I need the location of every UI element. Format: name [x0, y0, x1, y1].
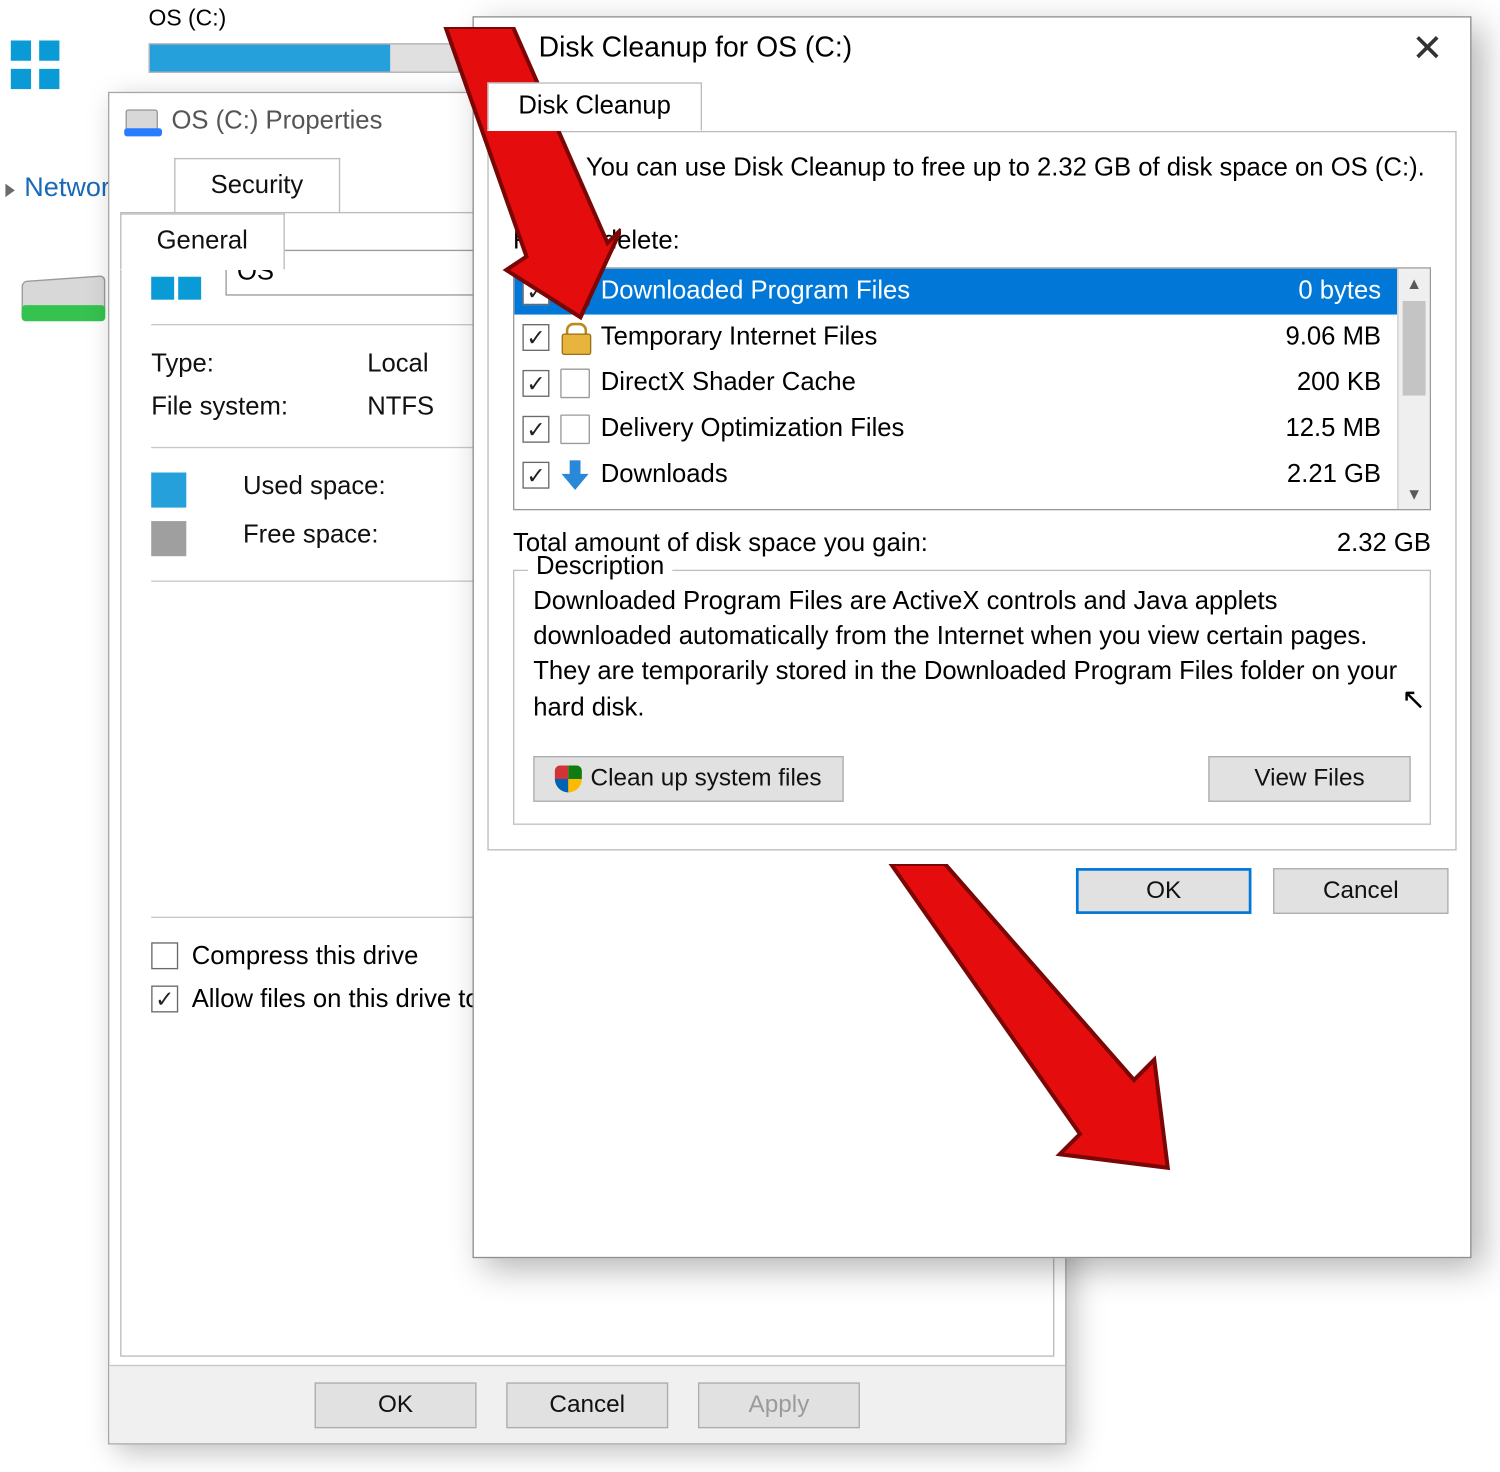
- file-checkbox[interactable]: ✓: [522, 416, 549, 443]
- folder-icon: [560, 277, 590, 307]
- disk-cleanup-dialog: Disk Cleanup for OS (C:) ✕ Disk Cleanup …: [473, 16, 1472, 1258]
- file-name: Delivery Optimization Files: [601, 414, 905, 444]
- drive-icon: [126, 109, 158, 133]
- file-name: Downloads: [601, 460, 728, 490]
- compress-label: Compress this drive: [192, 942, 419, 972]
- ok-button[interactable]: OK: [1076, 868, 1252, 914]
- file-icon: [560, 414, 590, 444]
- ok-button[interactable]: OK: [315, 1382, 477, 1428]
- filesystem-value: NTFS: [367, 393, 434, 423]
- file-list-row[interactable]: ✓ Downloads 2.21 GB: [514, 452, 1397, 498]
- file-list-row[interactable]: ✓ Downloaded Program Files 0 bytes: [514, 269, 1397, 315]
- close-button[interactable]: ✕: [1401, 30, 1454, 68]
- windows-icon: [11, 41, 60, 90]
- cleanup-titlebar[interactable]: Disk Cleanup for OS (C:) ✕: [474, 18, 1470, 80]
- shield-icon: [555, 765, 582, 792]
- apply-button: Apply: [698, 1382, 860, 1428]
- file-list-row[interactable]: ✓ Delivery Optimization Files 12.5 MB: [514, 406, 1397, 452]
- file-size: 9.06 MB: [1286, 323, 1390, 353]
- indexing-checkbox[interactable]: ✓: [151, 986, 178, 1013]
- used-space-label: Used space:: [243, 473, 386, 508]
- file-checkbox[interactable]: ✓: [522, 324, 549, 351]
- file-checkbox[interactable]: ✓: [522, 370, 549, 397]
- file-name: DirectX Shader Cache: [601, 369, 856, 399]
- description-text: Downloaded Program Files are ActiveX con…: [533, 585, 1411, 727]
- file-list-row[interactable]: ✓ DirectX Shader Cache 200 KB: [514, 360, 1397, 406]
- drive-usage-bar: [149, 43, 460, 73]
- tree-expand-icon[interactable]: [5, 184, 14, 198]
- compress-checkbox[interactable]: [151, 942, 178, 969]
- drive-icon: [22, 270, 106, 324]
- arrow-icon: [560, 460, 590, 490]
- cancel-button[interactable]: Cancel: [506, 1382, 668, 1428]
- files-to-delete-label: Files to delete:: [513, 227, 1431, 257]
- cleanup-system-files-button[interactable]: Clean up system files: [533, 756, 844, 802]
- cleanup-system-files-label: Clean up system files: [591, 765, 822, 793]
- scroll-up-icon[interactable]: ▲: [1399, 269, 1430, 299]
- tab-general[interactable]: General: [120, 213, 284, 270]
- total-value: 2.32 GB: [1337, 529, 1431, 559]
- file-size: 2.21 GB: [1287, 460, 1389, 490]
- scrollbar[interactable]: ▲ ▼: [1397, 269, 1429, 509]
- type-label: Type:: [151, 350, 327, 380]
- file-checkbox[interactable]: ✓: [522, 462, 549, 489]
- windows-icon: [513, 151, 567, 205]
- file-list-row[interactable]: ✓ Temporary Internet Files 9.06 MB: [514, 315, 1397, 361]
- file-size: 200 KB: [1297, 369, 1389, 399]
- file-size: 12.5 MB: [1286, 414, 1390, 444]
- filesystem-label: File system:: [151, 393, 327, 423]
- view-files-button[interactable]: View Files: [1208, 756, 1411, 802]
- cleanup-intro-text: You can use Disk Cleanup to free up to 2…: [586, 151, 1425, 205]
- description-group: Description Downloaded Program Files are…: [513, 570, 1431, 825]
- scroll-thumb[interactable]: [1403, 301, 1426, 396]
- free-swatch-icon: [151, 521, 186, 556]
- cleanup-title: Disk Cleanup for OS (C:): [539, 32, 853, 64]
- disk-cleanup-icon: [490, 34, 525, 64]
- files-list[interactable]: ✓ Downloaded Program Files 0 bytes ✓ Tempora…: [513, 267, 1431, 510]
- free-space-label: Free space:: [243, 521, 378, 556]
- file-icon: [560, 369, 590, 399]
- file-checkbox[interactable]: ✓: [522, 278, 549, 305]
- tab-disk-cleanup[interactable]: Disk Cleanup: [487, 82, 702, 131]
- lock-icon: [560, 323, 590, 353]
- used-swatch-icon: [151, 473, 186, 508]
- description-heading: Description: [528, 552, 673, 582]
- scroll-down-icon[interactable]: ▼: [1399, 479, 1430, 509]
- file-size: 0 bytes: [1298, 277, 1389, 307]
- properties-title: OS (C:) Properties: [171, 107, 382, 137]
- file-name: Temporary Internet Files: [601, 323, 878, 353]
- cancel-button[interactable]: Cancel: [1273, 868, 1449, 914]
- type-value: Local: [367, 350, 428, 380]
- file-name: Downloaded Program Files: [601, 277, 910, 307]
- tab-security[interactable]: Security: [174, 158, 340, 213]
